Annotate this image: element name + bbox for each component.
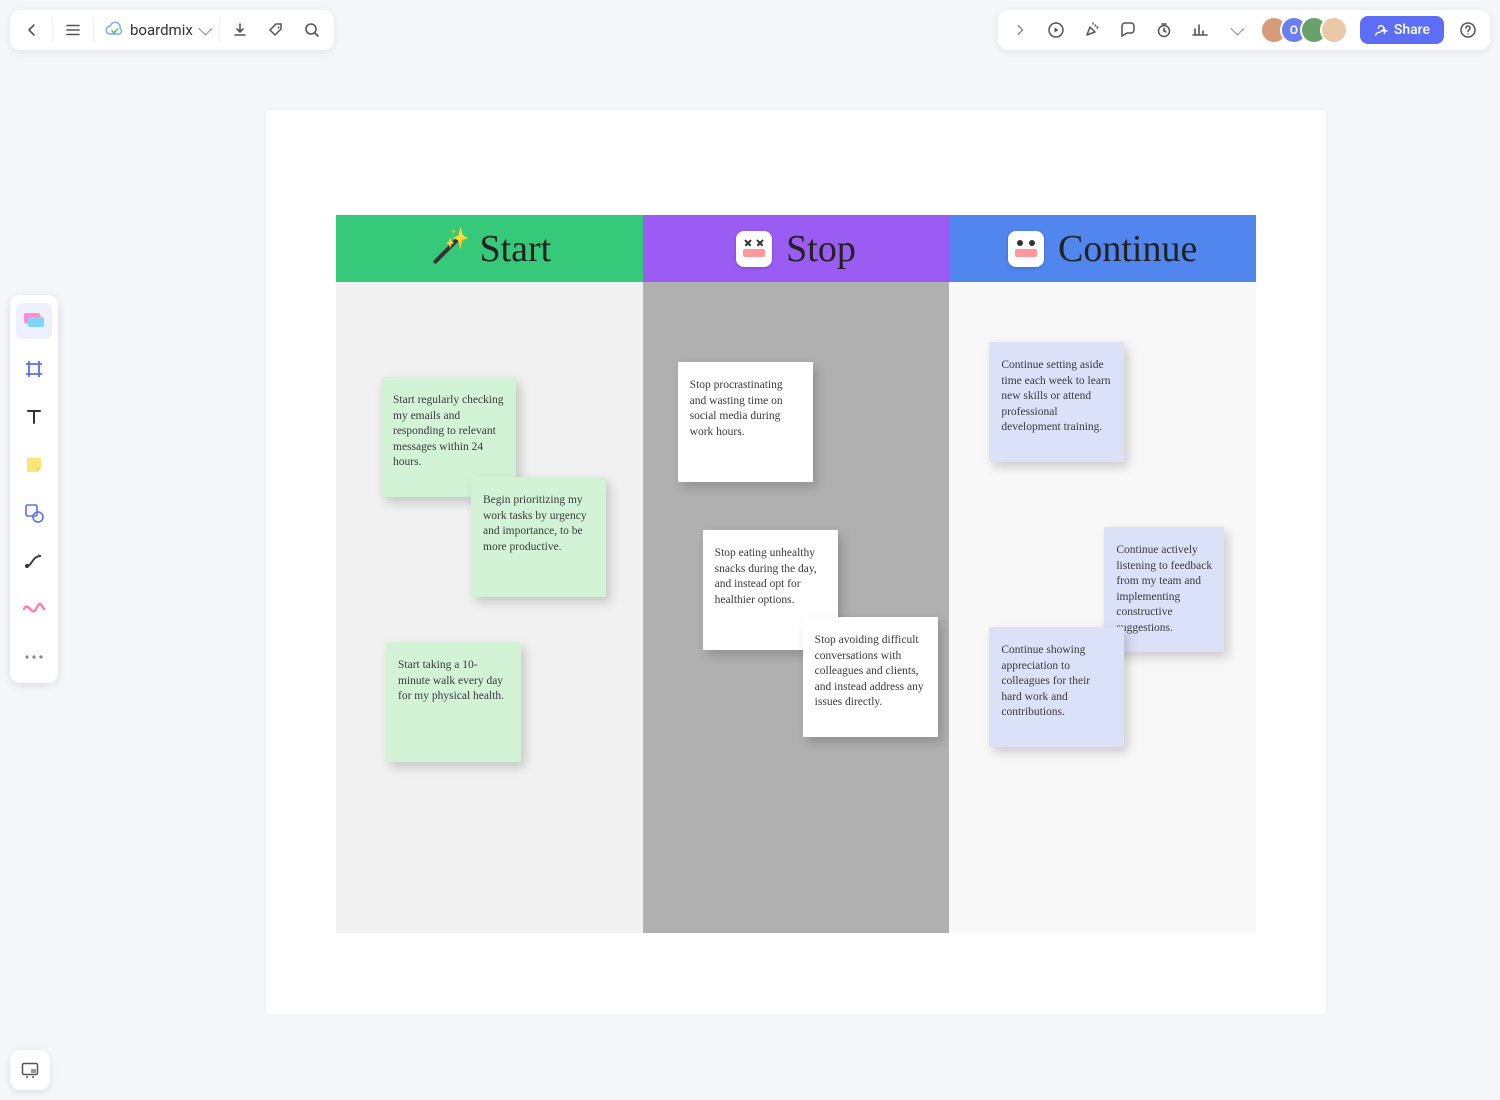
- celebrate-button[interactable]: [1074, 12, 1110, 48]
- column-start-header: ✨ Start: [336, 215, 643, 282]
- menu-button[interactable]: [55, 12, 91, 48]
- more-tools[interactable]: [16, 639, 52, 675]
- timer-button[interactable]: [1146, 12, 1182, 48]
- column-stop-header: Stop: [643, 215, 950, 282]
- connector-tool[interactable]: [16, 543, 52, 579]
- column-stop-label: Stop: [786, 227, 856, 271]
- column-continue: Continue Continue setting aside time eac…: [949, 215, 1256, 933]
- share-button[interactable]: Share: [1360, 16, 1444, 44]
- back-button[interactable]: [14, 12, 50, 48]
- sticky-note[interactable]: Begin prioritizing my work tasks by urge…: [471, 477, 606, 597]
- separator: [93, 18, 94, 42]
- forward-button[interactable]: [1002, 12, 1038, 48]
- sticky-note[interactable]: Stop avoiding difficult conversations wi…: [803, 617, 938, 737]
- present-button[interactable]: [1038, 12, 1074, 48]
- tag-button[interactable]: [258, 12, 294, 48]
- dead-robot-icon: [736, 231, 772, 267]
- column-continue-body[interactable]: Continue setting aside time each week to…: [949, 282, 1256, 933]
- share-label: Share: [1394, 22, 1430, 38]
- templates-tool[interactable]: [16, 303, 52, 339]
- sticky-note-tool[interactable]: [16, 447, 52, 483]
- comment-button[interactable]: [1110, 12, 1146, 48]
- robot-icon: [1008, 231, 1044, 267]
- sticky-note[interactable]: Continue showing appreciation to colleag…: [989, 627, 1124, 747]
- help-button[interactable]: [1450, 12, 1486, 48]
- column-stop: Stop Stop procrastinating and wasting ti…: [643, 215, 950, 933]
- brand-name: boardmix: [130, 21, 193, 39]
- magic-wand-icon: ✨: [427, 230, 465, 268]
- topbar-left: boardmix: [10, 10, 334, 50]
- topbar-right: O Share: [998, 10, 1490, 50]
- column-start: ✨ Start Start regularly checking my emai…: [336, 215, 643, 933]
- search-button[interactable]: [294, 12, 330, 48]
- note-text: Start regularly checking my emails and r…: [393, 394, 504, 468]
- left-toolbar: [10, 295, 58, 683]
- sticky-note[interactable]: Stop procrastinating and wasting time on…: [678, 362, 813, 482]
- poll-button[interactable]: [1182, 12, 1218, 48]
- download-button[interactable]: [222, 12, 258, 48]
- cloud-icon: [104, 20, 124, 40]
- note-text: Stop procrastinating and wasting time on…: [690, 379, 783, 438]
- note-text: Stop eating unhealthy snacks during the …: [715, 547, 817, 606]
- column-stop-body[interactable]: Stop procrastinating and wasting time on…: [643, 282, 950, 933]
- canvas[interactable]: ✨ Start Start regularly checking my emai…: [266, 110, 1326, 1014]
- separator: [219, 18, 220, 42]
- note-text: Continue showing appreciation to colleag…: [1001, 644, 1090, 718]
- chevron-down-icon: [198, 22, 212, 36]
- note-text: Begin prioritizing my work tasks by urge…: [483, 494, 587, 553]
- column-continue-label: Continue: [1058, 227, 1197, 271]
- avatar[interactable]: [1320, 16, 1348, 44]
- sticky-note[interactable]: Start taking a 10-minute walk every day …: [386, 642, 521, 762]
- shape-tool[interactable]: [16, 495, 52, 531]
- brand-menu[interactable]: boardmix: [96, 20, 217, 40]
- text-tool[interactable]: [16, 399, 52, 435]
- column-start-body[interactable]: Start regularly checking my emails and r…: [336, 282, 643, 933]
- column-continue-header: Continue: [949, 215, 1256, 282]
- frame-tool[interactable]: [16, 351, 52, 387]
- note-text: Stop avoiding difficult conversations wi…: [815, 634, 924, 708]
- chevron-down-icon: [1230, 22, 1244, 36]
- pen-tool[interactable]: [16, 591, 52, 627]
- collaborator-avatars[interactable]: O: [1260, 16, 1348, 44]
- minimap-button[interactable]: [10, 1050, 50, 1090]
- note-text: Start taking a 10-minute walk every day …: [398, 659, 504, 702]
- more-top-button[interactable]: [1218, 12, 1254, 48]
- note-text: Continue setting aside time each week to…: [1001, 359, 1110, 433]
- note-text: Continue actively listening to feedback …: [1116, 544, 1212, 634]
- retro-board: ✨ Start Start regularly checking my emai…: [336, 215, 1256, 933]
- sticky-note[interactable]: Continue setting aside time each week to…: [989, 342, 1124, 462]
- column-start-label: Start: [479, 227, 551, 271]
- separator: [52, 18, 53, 42]
